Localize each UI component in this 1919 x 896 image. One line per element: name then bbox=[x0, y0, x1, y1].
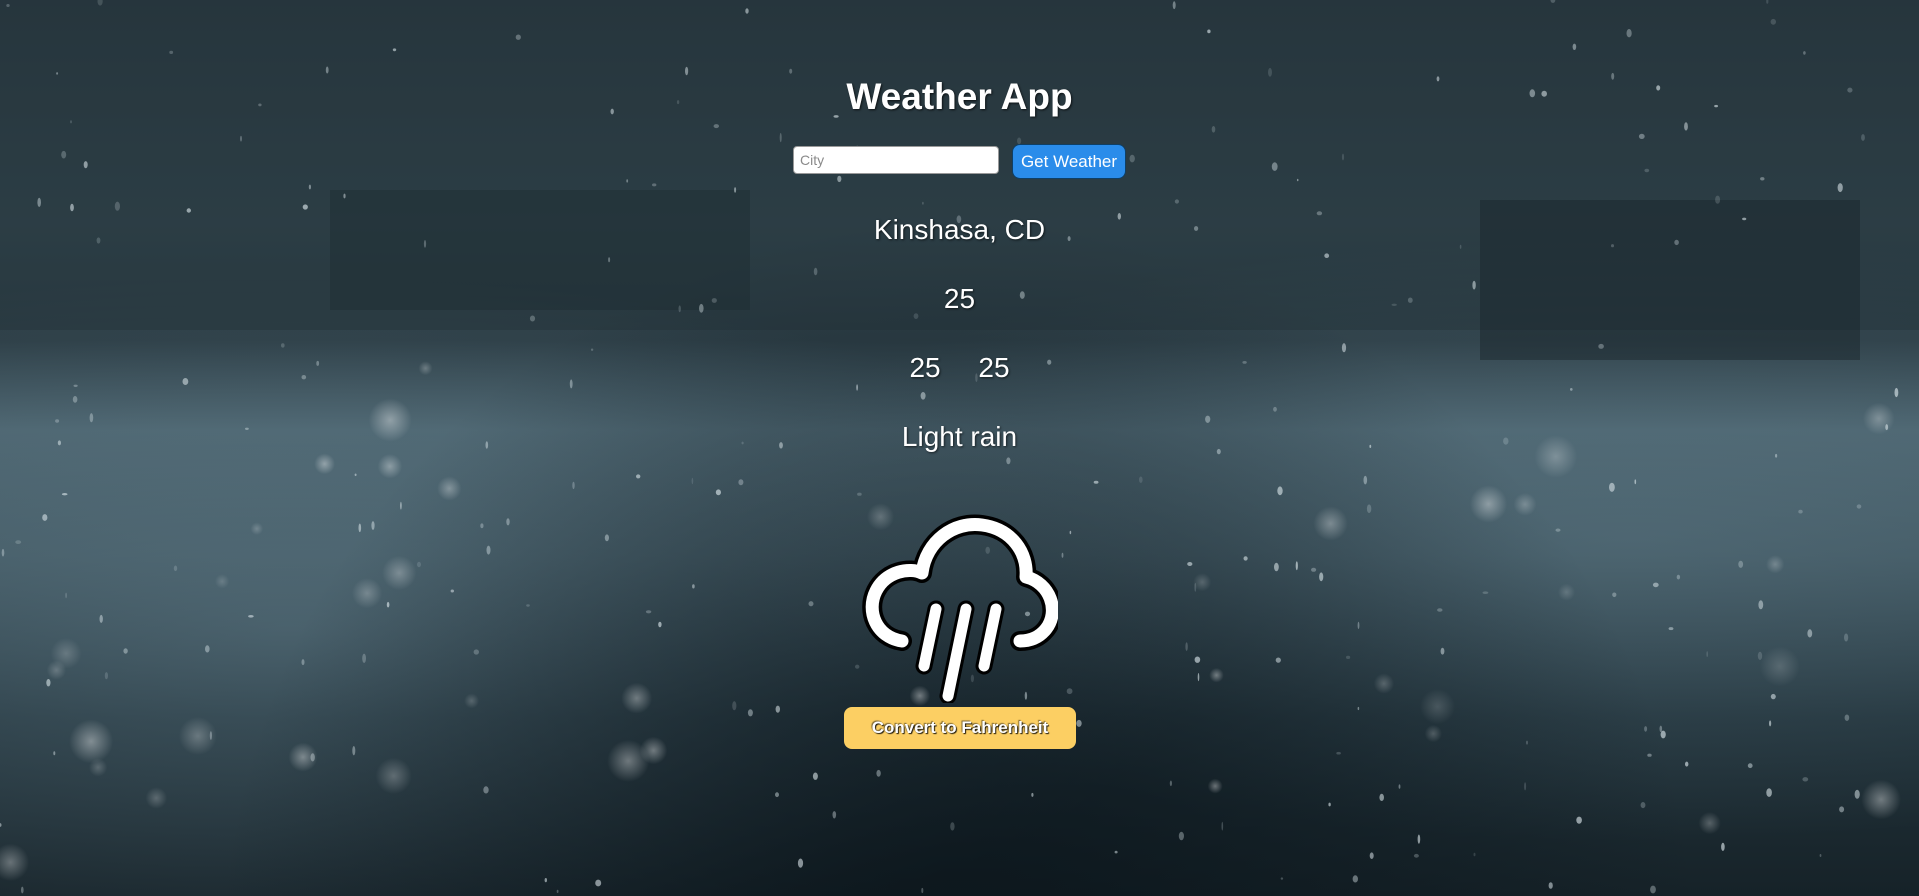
rain-cloud-icon bbox=[862, 511, 1063, 705]
weather-description: Light rain bbox=[901, 421, 1018, 452]
temp-max-value: 25 bbox=[978, 352, 1010, 383]
weather-app: Weather App Get Weather Kinshasa, CD 25 … bbox=[0, 0, 1919, 896]
convert-to-fahrenheit-button[interactable]: Convert to Fahrenheit bbox=[844, 707, 1076, 749]
page-title: Weather App bbox=[846, 76, 1073, 117]
location-name: Kinshasa, CD bbox=[873, 214, 1046, 245]
get-weather-button[interactable]: Get Weather bbox=[1012, 144, 1126, 179]
temperature-range: 25 25 bbox=[0, 352, 1919, 384]
city-input[interactable] bbox=[793, 146, 999, 174]
temp-min-value: 25 bbox=[909, 352, 941, 383]
temperature-value: 25 bbox=[943, 283, 976, 314]
